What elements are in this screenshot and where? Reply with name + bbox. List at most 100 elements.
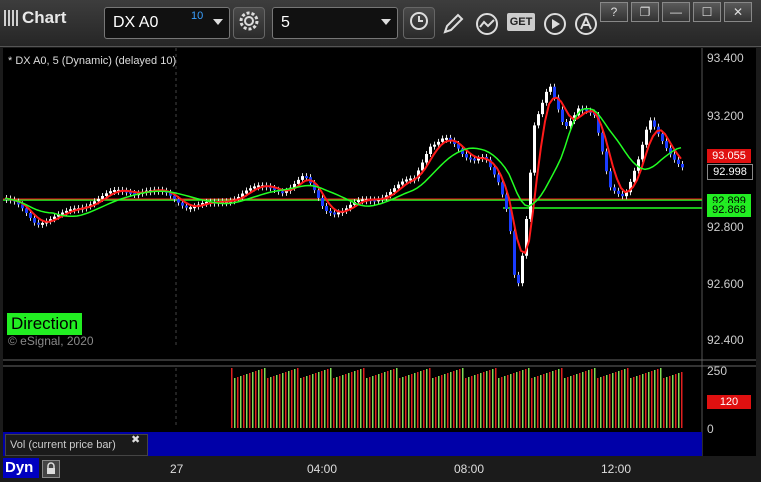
candle-body — [641, 144, 644, 160]
volume-bar — [588, 370, 590, 428]
symbol-input[interactable]: DX A0 10 — [104, 7, 230, 39]
candle-body — [405, 179, 408, 182]
maximize-button[interactable]: ☐ — [693, 2, 721, 22]
volume-bar — [480, 373, 482, 428]
volume-bar — [294, 369, 296, 428]
candle-body — [401, 181, 404, 185]
volume-bar — [447, 373, 449, 428]
candle-body — [673, 154, 676, 160]
candle-body — [325, 205, 328, 211]
price-axis-label: 93.400 — [707, 51, 744, 65]
volume-bar — [432, 378, 434, 428]
volume-bar — [528, 368, 530, 428]
volume-bar — [315, 373, 317, 428]
volume-bar — [408, 375, 410, 428]
volume-bar — [477, 374, 479, 428]
volume-bar — [330, 368, 332, 428]
restore-button[interactable]: ❐ — [631, 2, 659, 22]
candle-body — [297, 179, 300, 184]
line-study-icon[interactable] — [475, 12, 499, 41]
dynamic-label[interactable]: Dyn — [3, 458, 39, 478]
volume-bar — [441, 375, 443, 428]
volume-bar — [312, 374, 314, 428]
volume-bar — [435, 377, 437, 428]
price-axis-label: 92.800 — [707, 220, 744, 234]
candle-body — [317, 190, 320, 198]
play-icon[interactable] — [543, 12, 567, 41]
close-button[interactable]: ✕ — [724, 2, 752, 22]
chevron-down-icon[interactable] — [213, 19, 223, 25]
candle-body — [189, 207, 192, 210]
candle-body — [333, 212, 336, 215]
get-data-button[interactable]: GET — [507, 13, 535, 31]
candle-body — [521, 255, 524, 284]
candle-body — [653, 120, 656, 127]
volume-bar — [279, 374, 281, 428]
volume-bar — [525, 369, 527, 428]
volume-bar — [681, 372, 683, 428]
candle-body — [429, 146, 432, 154]
study-label: * DX A0, 5 (Dynamic) (delayed 10) — [8, 55, 177, 67]
candle-body — [321, 197, 324, 206]
volume-bar — [570, 376, 572, 428]
volume-bar — [606, 375, 608, 428]
volume-bar — [240, 376, 242, 428]
close-icon: ✕ — [732, 5, 744, 19]
minimize-button[interactable]: — — [662, 2, 690, 22]
volume-bar — [339, 376, 341, 428]
volume-bar — [591, 369, 593, 428]
volume-bar — [636, 376, 638, 428]
volume-bar — [417, 372, 419, 428]
price-tag-last: 92.998 — [707, 164, 753, 180]
volume-bar — [459, 369, 461, 428]
volume-bar — [540, 375, 542, 428]
close-icon[interactable]: ✖ — [131, 433, 140, 446]
volume-bar — [582, 372, 584, 428]
volume-bar — [360, 369, 362, 428]
price-chart[interactable] — [3, 48, 756, 456]
candle-body — [533, 125, 536, 173]
volume-bar — [399, 378, 401, 428]
candle-body — [601, 132, 604, 152]
volume-bar — [612, 373, 614, 428]
pencil-icon[interactable] — [441, 12, 465, 41]
volume-bar — [537, 376, 539, 428]
lock-icon[interactable] — [42, 460, 60, 478]
volume-bar — [555, 370, 557, 428]
volume-bar — [261, 369, 263, 428]
volume-bar — [456, 370, 458, 428]
volume-bar — [357, 370, 359, 428]
candle-body — [185, 205, 188, 208]
symbol-settings-button[interactable] — [233, 7, 265, 39]
time-template-button[interactable] — [403, 7, 435, 39]
volume-bar — [336, 377, 338, 428]
direction-badge[interactable]: Direction — [7, 313, 83, 335]
volume-bar — [303, 377, 305, 428]
volume-bar — [291, 370, 293, 428]
candle-body — [425, 153, 428, 163]
candle-body — [465, 154, 468, 158]
volume-bar — [669, 376, 671, 428]
volume-bar — [648, 372, 650, 428]
volume-bar — [585, 371, 587, 428]
alert-icon[interactable] — [574, 12, 598, 41]
volume-bar — [621, 370, 623, 428]
candle-body — [29, 212, 32, 218]
help-button[interactable]: ? — [600, 2, 628, 22]
volume-study-label[interactable]: Vol (current price bar) — [5, 434, 148, 456]
candle-body — [245, 190, 248, 194]
chart-area[interactable]: * DX A0, 5 (Dynamic) (delayed 10) Direct… — [3, 48, 756, 456]
volume-bar — [258, 370, 260, 428]
volume-bar — [666, 377, 668, 428]
volume-bar — [282, 373, 284, 428]
candle-body — [677, 159, 680, 164]
price-tag-green2: 92.868 — [707, 203, 751, 217]
chevron-down-icon[interactable] — [381, 19, 391, 25]
interval-input[interactable]: 5 — [272, 7, 398, 39]
volume-bar — [516, 372, 518, 428]
volume-bar — [615, 372, 617, 428]
time-axis-label: 27 — [170, 462, 184, 476]
candle-body — [621, 193, 624, 197]
volume-bar — [234, 378, 236, 428]
volume-bar — [675, 374, 677, 428]
